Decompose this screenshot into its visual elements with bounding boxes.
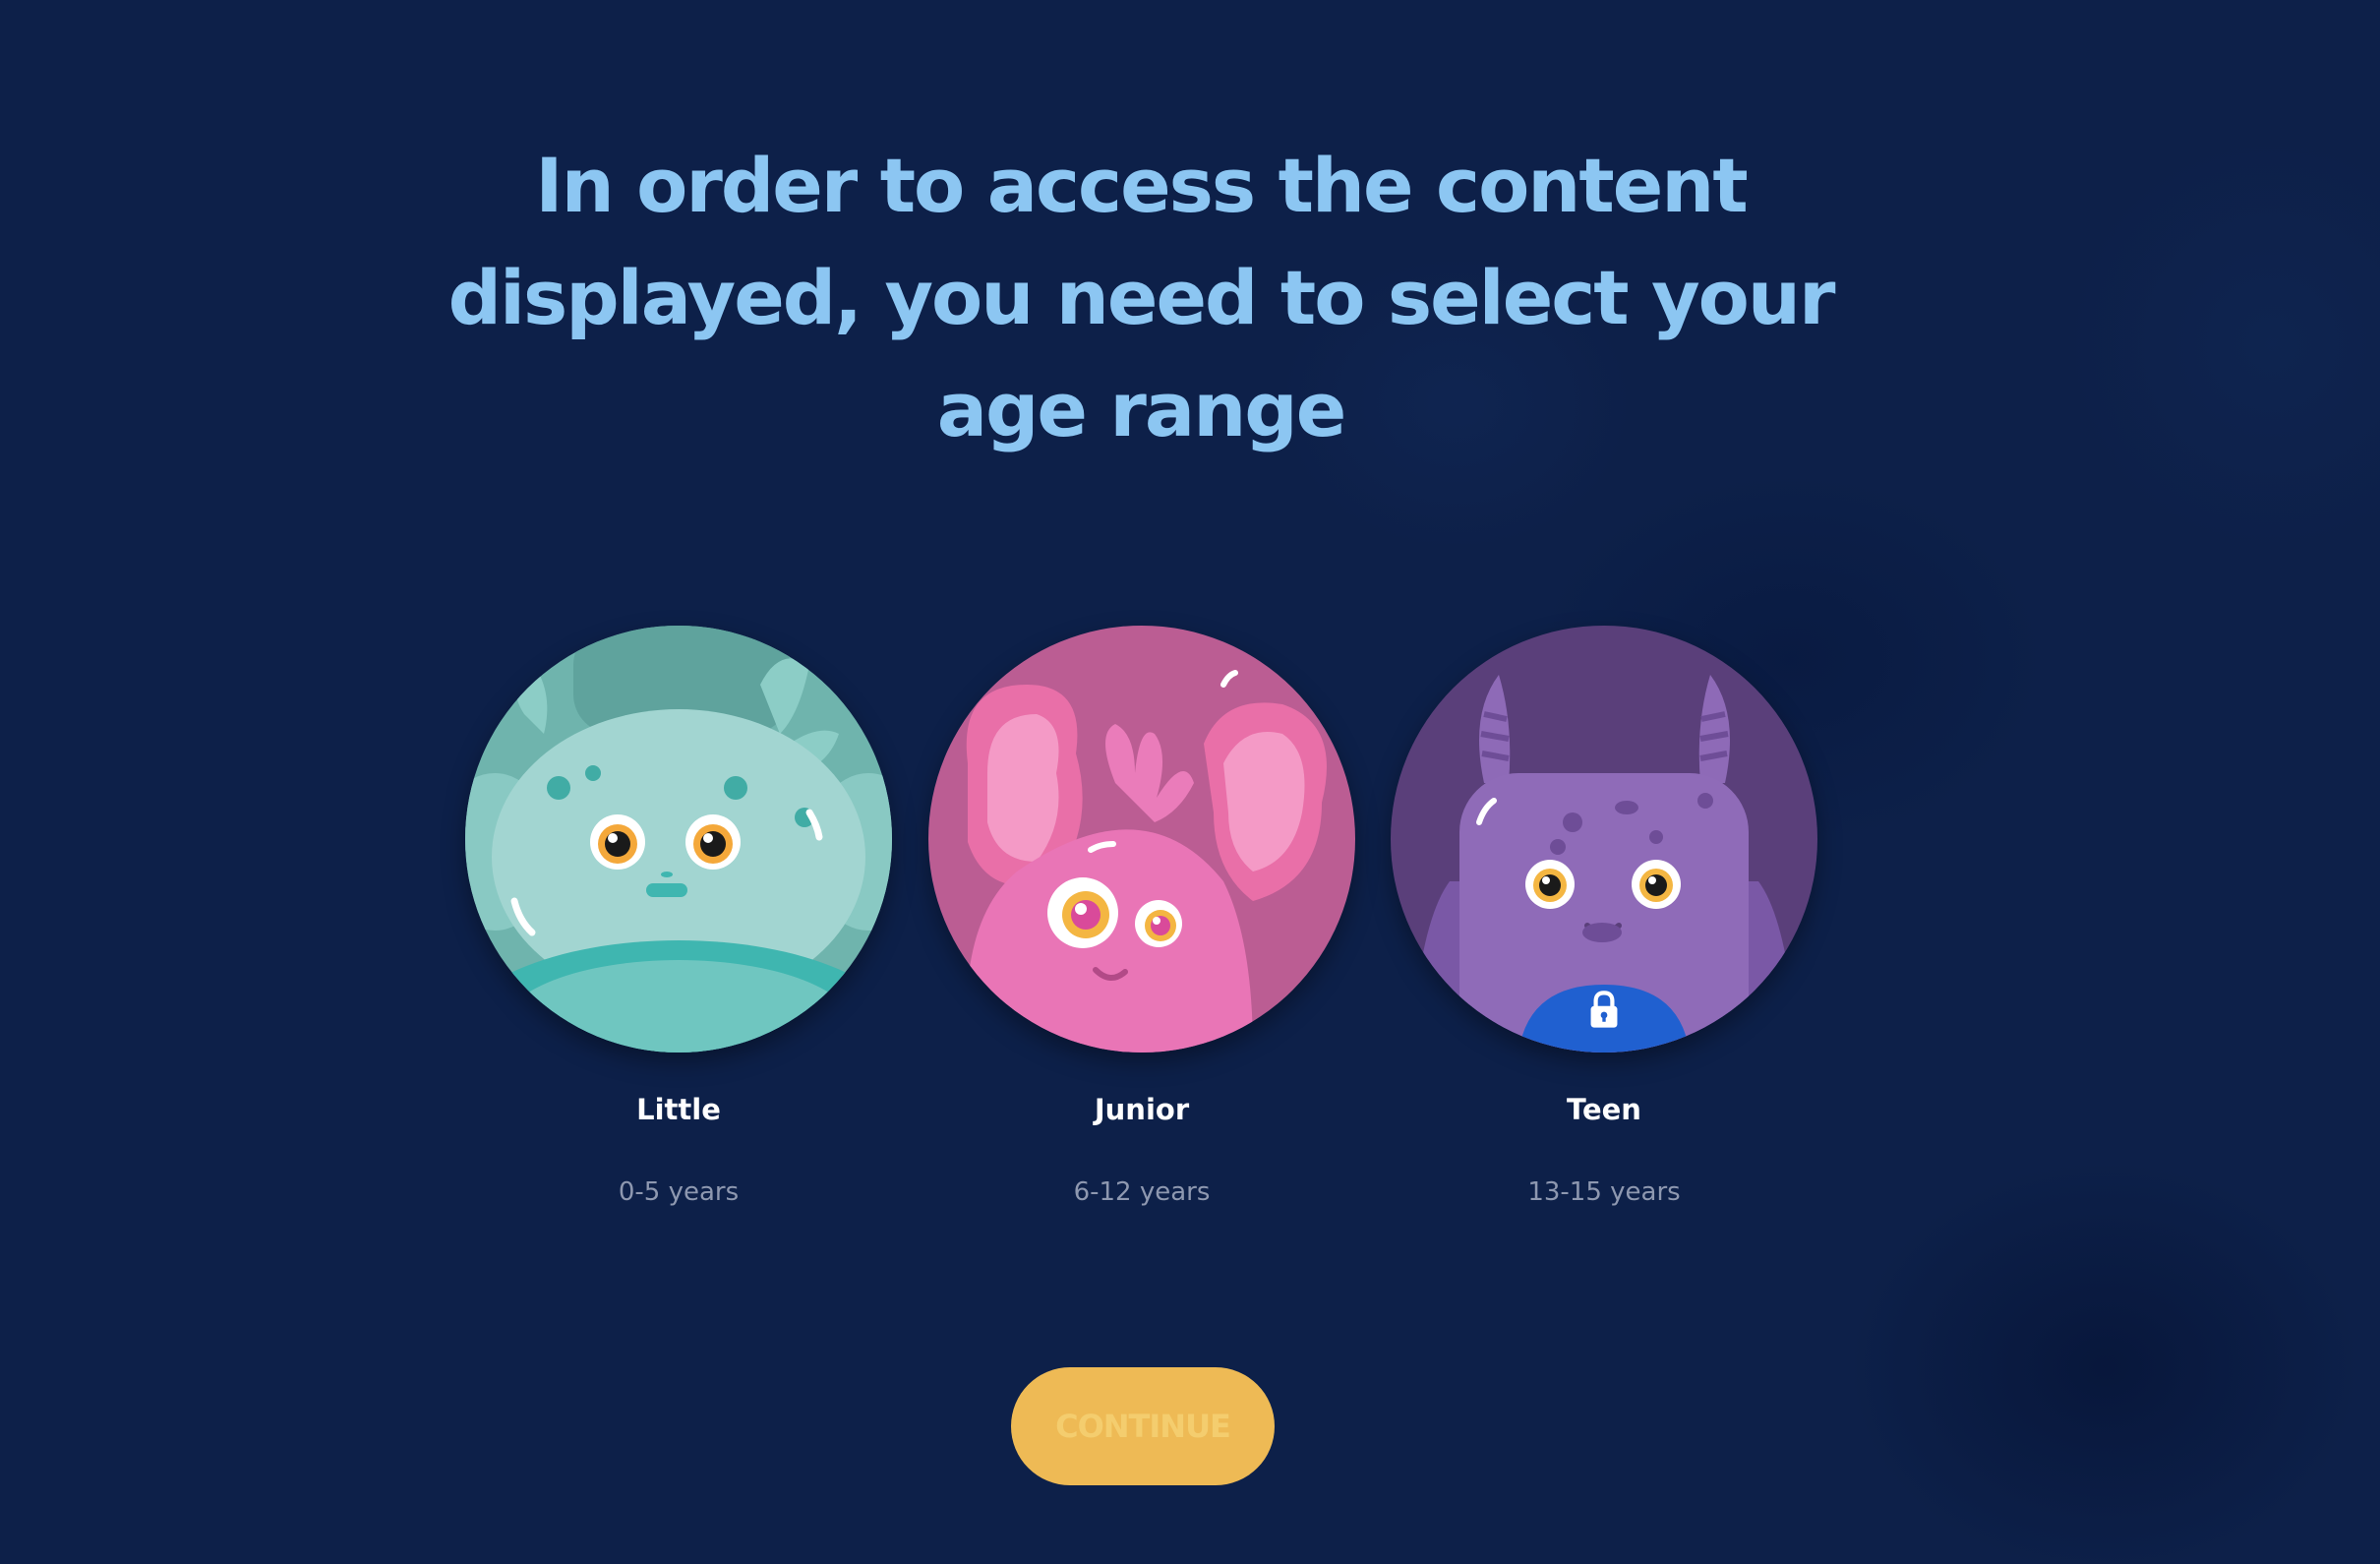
avatar-teen[interactable]: [1391, 626, 1817, 1053]
age-range: 6-12 years: [1073, 1177, 1211, 1207]
age-label: Little: [636, 1093, 721, 1126]
age-option-teen[interactable]: Teen 13-15 years: [1388, 626, 1820, 1216]
continue-button[interactable]: CONTINUE: [1011, 1367, 1275, 1485]
lock-icon: [1590, 991, 1618, 1028]
avatar-little[interactable]: [465, 626, 892, 1053]
purple-monster-icon: [1391, 626, 1817, 1053]
age-option-little[interactable]: Little 0-5 years: [462, 626, 895, 1216]
age-label: Teen: [1567, 1093, 1641, 1126]
age-range: 13-15 years: [1527, 1177, 1681, 1207]
page-headline: In order to access the content displayed…: [447, 142, 1836, 453]
background-shape: [2065, 138, 2380, 551]
age-label: Junior: [1094, 1093, 1190, 1126]
teal-monster-icon: [465, 626, 892, 1053]
age-range: 0-5 years: [618, 1177, 740, 1207]
pink-monster-icon: [928, 626, 1355, 1053]
avatar-junior[interactable]: [928, 626, 1355, 1053]
age-option-junior[interactable]: Junior 6-12 years: [925, 626, 1358, 1216]
background-shape: [1849, 1161, 2360, 1564]
